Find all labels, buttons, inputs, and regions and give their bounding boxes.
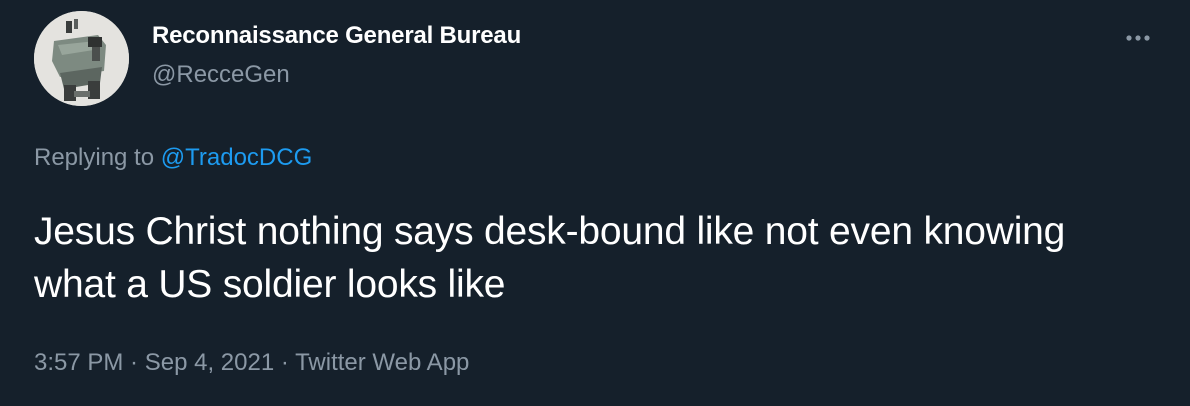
replying-to: Replying to @TradocDCG — [34, 144, 312, 172]
avatar[interactable] — [34, 11, 129, 106]
replying-to-label: Replying to — [34, 144, 161, 171]
avatar-robot-image — [34, 11, 129, 106]
tweet-text: Jesus Christ nothing says desk-bound lik… — [34, 210, 1066, 306]
tweet-time-link[interactable]: 3:57 PM — [34, 349, 123, 376]
more-options-button[interactable] — [1118, 18, 1158, 58]
tweet-metadata: 3:57 PM · Sep 4, 2021 · Twitter Web App — [34, 349, 469, 377]
tweet-date-link[interactable]: Sep 4, 2021 — [145, 349, 274, 376]
author-display-name[interactable]: Reconnaissance General Bureau — [152, 22, 521, 50]
reply-mention-link[interactable]: @TradocDCG — [161, 144, 313, 171]
tweet-card: Reconnaissance General Bureau @RecceGen … — [0, 0, 1190, 406]
tweet-source-link[interactable]: Twitter Web App — [295, 349, 469, 376]
meta-separator: · — [123, 349, 145, 376]
meta-separator: · — [274, 349, 296, 376]
author-handle[interactable]: @RecceGen — [152, 61, 290, 89]
more-horizontal-icon — [1126, 35, 1150, 41]
